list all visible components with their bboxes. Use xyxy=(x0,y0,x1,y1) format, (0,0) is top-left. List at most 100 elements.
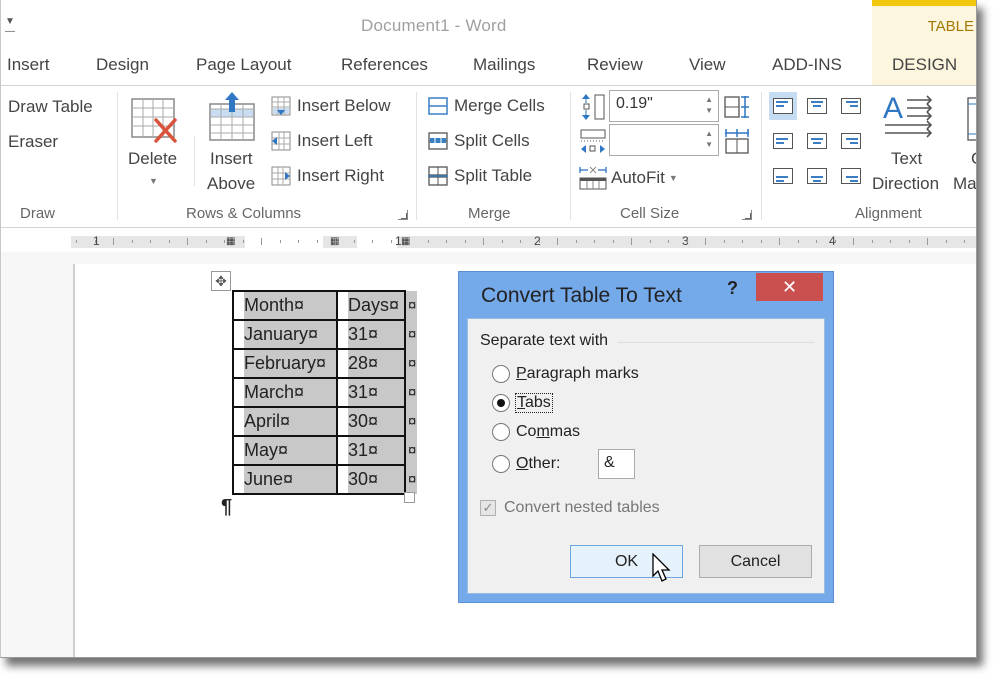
table-cell[interactable]: June¤ xyxy=(232,464,338,495)
row-height-input[interactable]: 0.19" ▲ ▼ xyxy=(609,90,719,122)
insert-left-button[interactable]: Insert Left xyxy=(271,131,373,151)
column-marker-icon[interactable]: ▦ xyxy=(401,236,410,248)
table-cell[interactable]: April¤ xyxy=(232,406,338,437)
autofit-button[interactable]: AutoFit ▼ xyxy=(579,166,678,190)
ruler-tick xyxy=(224,240,225,243)
table-row[interactable]: June¤ 30¤ ¤ xyxy=(232,464,418,495)
end-of-row-marker: ¤ xyxy=(405,291,418,320)
table-cell[interactable]: January¤ xyxy=(232,319,338,350)
align-top-left-button[interactable] xyxy=(769,92,797,120)
delete-button[interactable] xyxy=(129,96,179,151)
ruler-tick xyxy=(779,238,780,245)
ribbon: Draw Table Eraser Draw Delete ▼ Insert A… xyxy=(1,86,976,228)
insert-right-button[interactable]: Insert Right xyxy=(271,166,384,186)
eraser-button[interactable]: Eraser xyxy=(8,132,58,152)
tab-table-design[interactable]: DESIGN xyxy=(892,55,957,75)
radio-button[interactable] xyxy=(492,455,510,473)
split-cells-button[interactable]: Split Cells xyxy=(428,131,530,151)
document-table[interactable]: Month¤ Days¤ ¤ January¤ 31¤ ¤ February¤ 28¤ ¤ Mar… xyxy=(232,290,418,495)
ruler-tick xyxy=(94,240,96,243)
tab-add-ins[interactable]: ADD-INS xyxy=(772,55,842,75)
tab-review[interactable]: Review xyxy=(587,55,643,75)
text-direction-label-1[interactable]: Text xyxy=(891,149,922,169)
text-direction-button[interactable]: A xyxy=(881,92,937,147)
qat-customize-icon[interactable]: ▼ ― xyxy=(5,17,15,37)
split-table-button[interactable]: Split Table xyxy=(428,166,532,186)
table-cell[interactable]: 31¤ xyxy=(336,319,406,350)
tab-view[interactable]: View xyxy=(689,55,726,75)
column-width-spinner-icon[interactable]: ▲ ▼ xyxy=(705,128,713,150)
table-row[interactable]: Month¤ Days¤ ¤ xyxy=(232,290,418,321)
insert-right-label: Insert Right xyxy=(297,166,384,185)
column-width-input[interactable]: ▲ ▼ xyxy=(609,124,719,156)
table-cell[interactable]: 30¤ xyxy=(336,464,406,495)
table-cell[interactable]: 28¤ xyxy=(336,348,406,379)
align-middle-center-button[interactable] xyxy=(803,127,831,155)
tab-design[interactable]: Design xyxy=(96,55,149,75)
tab-page-layout[interactable]: Page Layout xyxy=(196,55,291,75)
insert-above-icon xyxy=(209,92,255,141)
close-button[interactable]: ✕ xyxy=(756,273,823,301)
cell-size-launcher-icon[interactable] xyxy=(742,210,752,220)
insert-above-label-2[interactable]: Above xyxy=(207,174,255,194)
insert-below-button[interactable]: Insert Below xyxy=(271,96,391,116)
align-middle-right-button[interactable] xyxy=(837,127,865,155)
text-direction-label-2[interactable]: Direction xyxy=(872,174,939,194)
table-cell[interactable]: March¤ xyxy=(232,377,338,408)
align-bottom-right-button[interactable] xyxy=(837,162,865,190)
other-separator-input[interactable]: & xyxy=(598,449,635,479)
ruler-tick xyxy=(964,240,965,243)
table-cell[interactable]: 31¤ xyxy=(336,377,406,408)
ruler-tick xyxy=(649,240,651,243)
table-row[interactable]: April¤ 30¤ ¤ xyxy=(232,406,418,437)
table-cell[interactable]: February¤ xyxy=(232,348,338,379)
rows-columns-group-label: Rows & Columns xyxy=(186,205,302,222)
cell-margins-label-1[interactable]: C xyxy=(971,149,976,169)
merge-cells-button[interactable]: Merge Cells xyxy=(428,96,545,116)
tab-references[interactable]: References xyxy=(341,55,428,75)
radio-other[interactable]: Other: xyxy=(492,455,560,473)
delete-dropdown-icon[interactable]: ▼ xyxy=(149,176,158,186)
table-cell[interactable]: 31¤ xyxy=(336,435,406,466)
row-height-spinner-icon[interactable]: ▲ ▼ xyxy=(705,94,713,116)
distribute-rows-icon[interactable] xyxy=(724,95,750,119)
align-bottom-left-button[interactable] xyxy=(769,162,797,190)
cell-margins-label-2[interactable]: Ma xyxy=(953,174,976,194)
rows-columns-launcher-icon[interactable] xyxy=(398,210,408,220)
close-icon: ✕ xyxy=(781,277,798,297)
paragraph-mark: ¶ xyxy=(221,496,233,518)
help-button[interactable]: ? xyxy=(727,278,738,299)
table-cell[interactable]: Month¤ xyxy=(232,290,338,321)
align-bottom-center-button[interactable] xyxy=(803,162,831,190)
column-marker-icon[interactable]: ▦ xyxy=(330,236,339,248)
table-cell[interactable]: Days¤ xyxy=(336,290,406,321)
table-cell[interactable]: May¤ xyxy=(232,435,338,466)
align-top-right-button[interactable] xyxy=(837,92,865,120)
horizontal-ruler[interactable]: 1 1 2 3 4 ▦ ▦ ▦ xyxy=(71,234,976,248)
align-top-center-button[interactable] xyxy=(803,92,831,120)
table-move-handle-icon[interactable]: ✥ xyxy=(211,271,231,291)
radio-tabs[interactable]: Tabs xyxy=(492,393,553,413)
radio-paragraph-marks[interactable]: Paragraph marks xyxy=(492,365,639,383)
distribute-columns-icon[interactable] xyxy=(724,128,750,154)
table-row[interactable]: March¤ 31¤ ¤ xyxy=(232,377,418,408)
align-middle-left-button[interactable] xyxy=(769,127,797,155)
radio-button[interactable] xyxy=(492,394,510,412)
radio-button[interactable] xyxy=(492,365,510,383)
tab-insert[interactable]: Insert xyxy=(7,55,50,75)
table-row[interactable]: January¤ 31¤ ¤ xyxy=(232,319,418,350)
column-marker-icon[interactable]: ▦ xyxy=(226,236,235,248)
radio-button[interactable] xyxy=(492,423,510,441)
insert-above-button[interactable] xyxy=(209,92,255,147)
radio-commas[interactable]: Commas xyxy=(492,423,580,441)
table-resize-handle[interactable] xyxy=(404,492,415,503)
cell-margins-icon[interactable] xyxy=(966,96,977,142)
table-row[interactable]: February¤ 28¤ ¤ xyxy=(232,348,418,379)
insert-above-label-1[interactable]: Insert xyxy=(210,149,253,169)
cancel-button[interactable]: Cancel xyxy=(699,545,812,578)
table-cell[interactable]: 30¤ xyxy=(336,406,406,437)
draw-table-button[interactable]: Draw Table xyxy=(8,97,93,117)
delete-label[interactable]: Delete xyxy=(128,149,177,169)
tab-mailings[interactable]: Mailings xyxy=(473,55,535,75)
table-row[interactable]: May¤ 31¤ ¤ xyxy=(232,435,418,466)
